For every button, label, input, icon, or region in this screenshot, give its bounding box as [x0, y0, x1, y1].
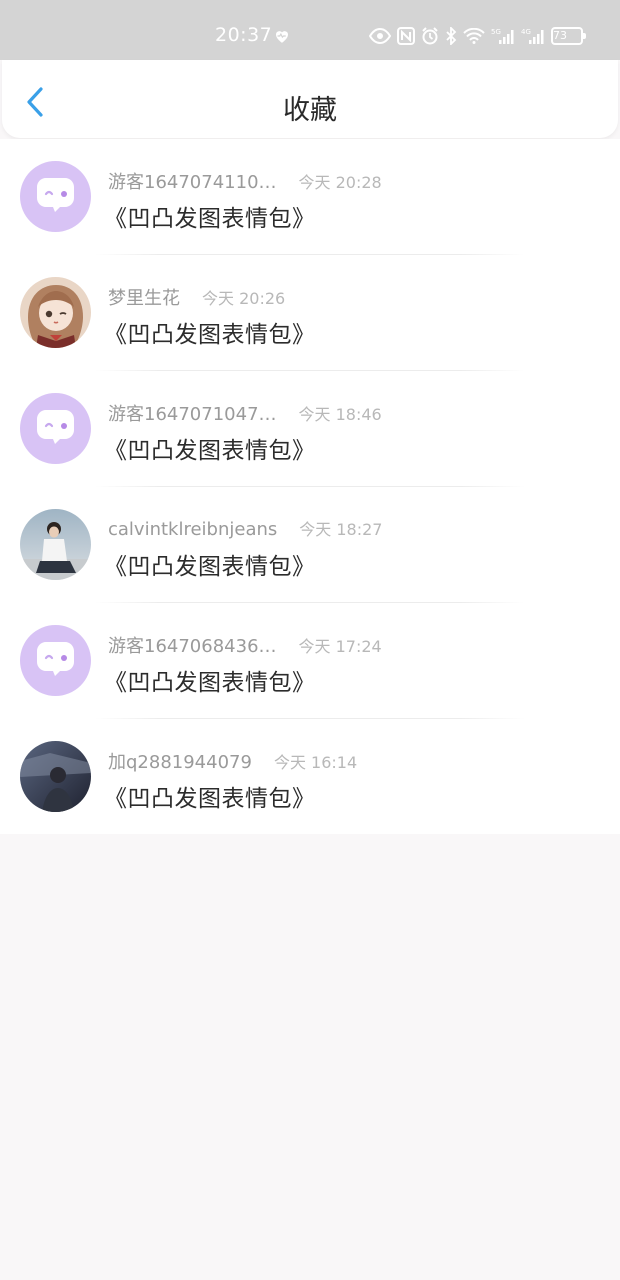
- username[interactable]: 加q2881944079: [108, 748, 252, 774]
- 5g-signal-icon: 5G: [491, 27, 515, 45]
- username[interactable]: 梦里生花: [108, 284, 180, 310]
- nfc-icon: [397, 27, 415, 45]
- wifi-icon: [463, 28, 485, 44]
- timestamp: 今天 18:27: [299, 520, 383, 539]
- status-bar: 20:37 5G 4G 73: [0, 0, 620, 60]
- alarm-icon: [421, 27, 439, 45]
- favorite-content[interactable]: 《凹凸发图表情包》: [104, 547, 316, 581]
- username[interactable]: 游客1647074110…: [108, 168, 277, 194]
- timestamp: 今天 20:28: [298, 173, 382, 192]
- favorite-content[interactable]: 《凹凸发图表情包》: [104, 315, 316, 349]
- timestamp: 今天 18:46: [298, 405, 382, 424]
- page-title: 收藏: [283, 95, 337, 126]
- status-icons: 5G 4G 73: [369, 25, 589, 47]
- favorites-list: 游客1647074110… 今天 20:28 《凹凸发图表情包》 梦里生花 今天…: [0, 139, 620, 834]
- list-item[interactable]: 游客1647071047… 今天 18:46 《凹凸发图表情包》: [0, 371, 620, 487]
- bluetooth-icon: [445, 27, 457, 45]
- 4g-signal-icon: 4G: [521, 27, 545, 45]
- svg-text:4G: 4G: [521, 28, 531, 36]
- timestamp: 今天 20:26: [202, 289, 286, 308]
- chat-bubble-avatar[interactable]: [20, 393, 91, 464]
- svg-text:5G: 5G: [491, 28, 501, 36]
- status-time: 20:37: [215, 24, 273, 46]
- timestamp: 今天 17:24: [298, 637, 382, 656]
- favorite-content[interactable]: 《凹凸发图表情包》: [104, 431, 316, 465]
- eye-icon: [369, 28, 391, 44]
- header: 收藏: [2, 60, 618, 138]
- favorite-content[interactable]: 《凹凸发图表情包》: [104, 663, 316, 697]
- list-item[interactable]: calvintklreibnjeans 今天 18:27 《凹凸发图表情包》: [0, 487, 620, 603]
- username[interactable]: 游客1647071047…: [108, 400, 277, 426]
- list-item[interactable]: 梦里生花 今天 20:26 《凹凸发图表情包》: [0, 255, 620, 371]
- favorite-content[interactable]: 《凹凸发图表情包》: [104, 199, 316, 233]
- chat-bubble-avatar[interactable]: [20, 161, 91, 232]
- timestamp: 今天 16:14: [273, 753, 358, 772]
- battery-icon: 73: [551, 27, 586, 45]
- photo-person-avatar[interactable]: [20, 509, 91, 580]
- anime-girl-avatar[interactable]: [20, 277, 91, 348]
- list-item[interactable]: 游客1647074110… 今天 20:28 《凹凸发图表情包》: [0, 139, 620, 255]
- list-item[interactable]: 游客1647068436… 今天 17:24 《凹凸发图表情包》: [0, 603, 620, 719]
- heart-icon: [276, 31, 288, 43]
- list-item[interactable]: 加q2881944079 今天 16:14 《凹凸发图表情包》: [0, 719, 620, 835]
- username[interactable]: 游客1647068436…: [108, 632, 277, 658]
- chat-bubble-avatar[interactable]: [20, 625, 91, 696]
- favorite-content[interactable]: 《凹凸发图表情包》: [104, 779, 316, 813]
- username[interactable]: calvintklreibnjeans: [108, 519, 277, 540]
- dark-photo-avatar[interactable]: [20, 741, 91, 812]
